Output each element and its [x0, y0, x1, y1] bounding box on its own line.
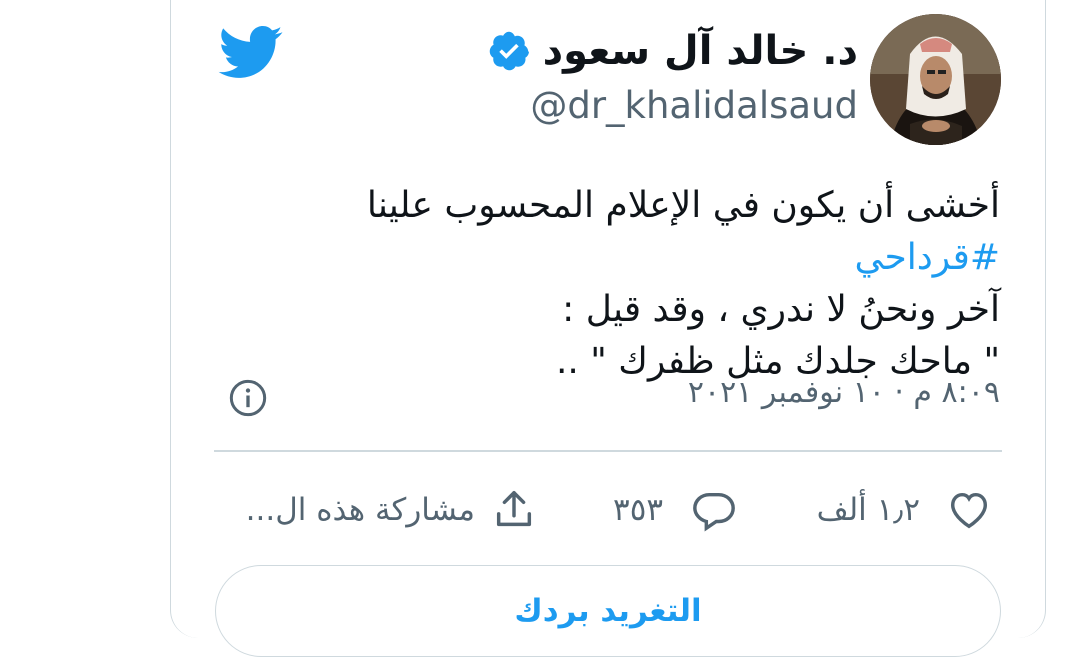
- avatar-image: [870, 14, 1001, 145]
- share-button[interactable]: مشاركة هذه ال...: [246, 485, 537, 535]
- tweet-timestamp[interactable]: ٨:٠٩ م · ١٠ نوفمبر ٢٠٢١: [688, 375, 1000, 410]
- heart-icon: [950, 492, 988, 529]
- like-button[interactable]: ١٫٢ ألف: [817, 485, 992, 535]
- divider: [214, 450, 1002, 452]
- tweet-line-1-text: أخشى أن يكون في الإعلام المحسوب علينا: [366, 185, 1000, 226]
- display-name: د. خالد آل سعود: [542, 28, 858, 74]
- share-upload-icon: [496, 491, 532, 527]
- info-icon[interactable]: [228, 378, 268, 418]
- share-label: مشاركة هذه ال...: [245, 492, 475, 528]
- reply-button[interactable]: ٣٥٣: [613, 485, 737, 535]
- avatar[interactable]: [870, 14, 1001, 145]
- tweet-line-1: أخشى أن يكون في الإعلام المحسوب علينا #ق…: [220, 180, 1000, 284]
- tweet-text: أخشى أن يكون في الإعلام المحسوب علينا #ق…: [220, 180, 1000, 388]
- reply-count: ٣٥٣: [613, 492, 663, 528]
- twitter-bird-icon[interactable]: [218, 26, 284, 80]
- verified-badge-icon: [489, 31, 529, 71]
- tweet-line-2: آخر ونحنُ لا ندري ، وقد قيل :: [562, 289, 1000, 330]
- tweet-your-reply-button[interactable]: التغريد بردك: [215, 565, 1001, 657]
- hashtag-link[interactable]: #قرداحي: [854, 237, 1000, 278]
- user-handle[interactable]: @dr_khalidalsaud: [530, 84, 858, 127]
- speech-bubble-icon: [693, 492, 735, 532]
- display-name-row[interactable]: د. خالد آل سعود: [487, 26, 858, 76]
- like-count: ١٫٢ ألف: [816, 492, 920, 528]
